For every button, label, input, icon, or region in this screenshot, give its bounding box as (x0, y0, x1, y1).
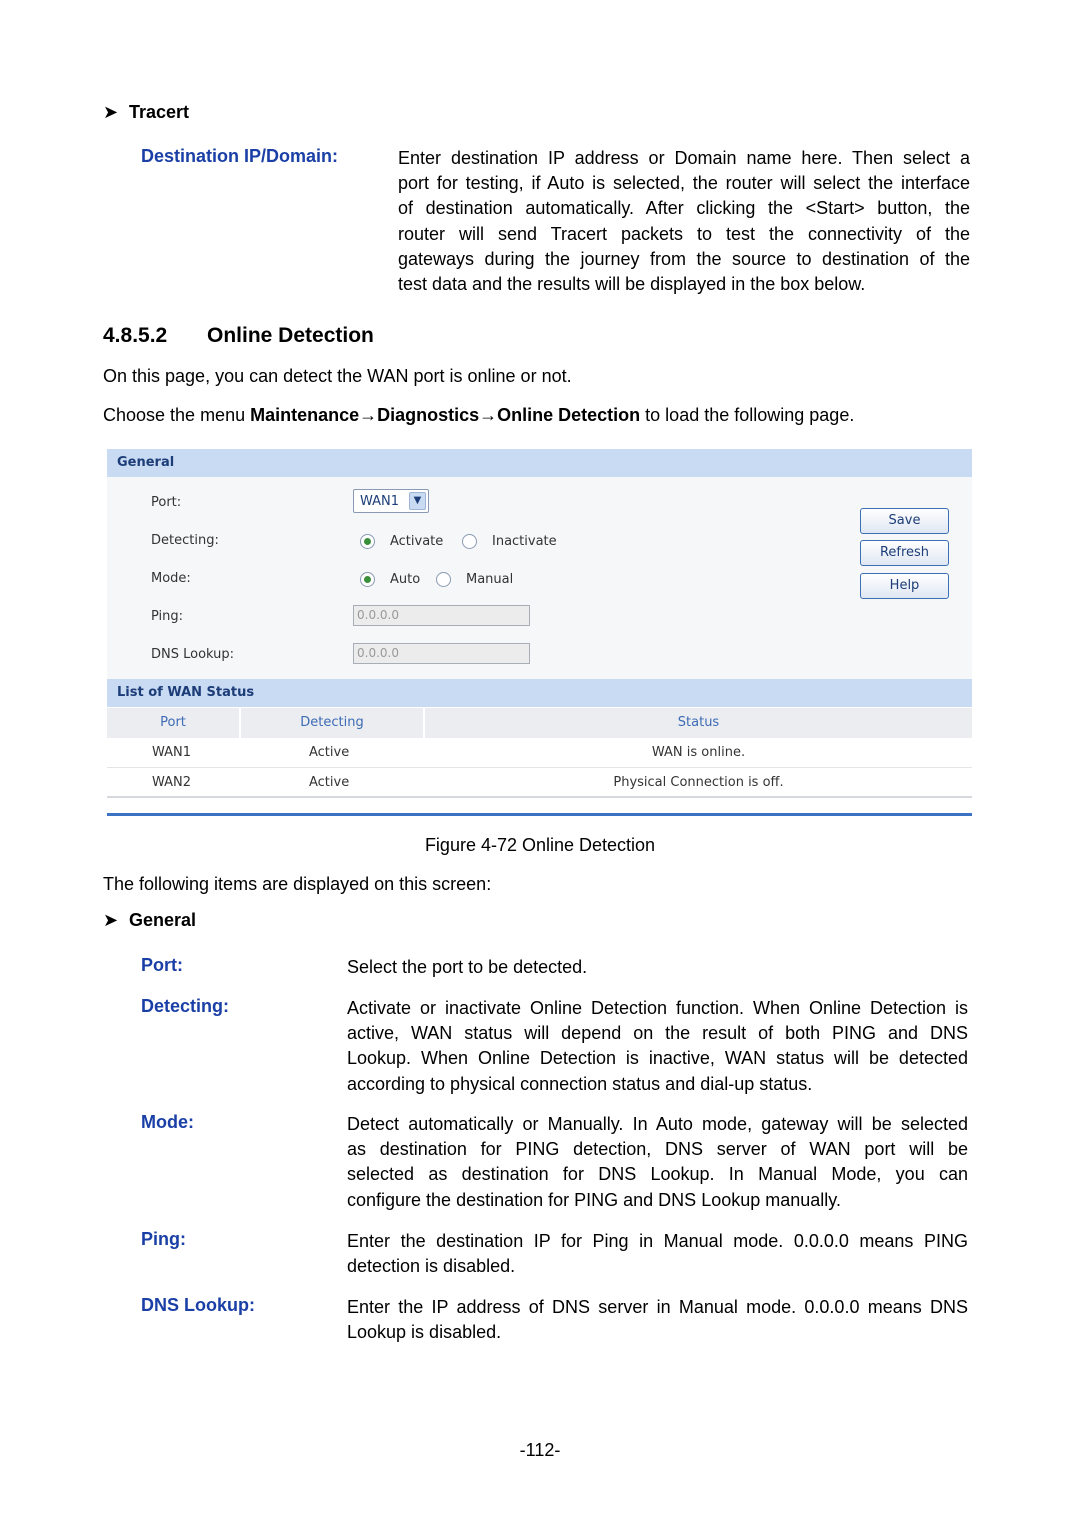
arrow-bullet-icon: ➤ (103, 102, 119, 122)
desc-line: Enter the destination IP for Ping in Man… (347, 1231, 968, 1251)
desc-line: as destination for PING detection, DNS s… (347, 1139, 968, 1160)
desc-line: active, WAN status will depend on the re… (347, 1023, 968, 1044)
desc-line: Lookup is disabled. (347, 1322, 502, 1343)
tracert-heading-text: Tracert (129, 102, 190, 122)
detecting-activate-label: Activate (390, 534, 444, 549)
detecting-inactivate-radio[interactable] (462, 534, 477, 549)
detecting-inactivate-label: Inactivate (492, 534, 557, 549)
online-detection-screenshot: General Port: WAN1 ▼ Detecting: Activate… (107, 449, 972, 817)
following-items-text: The following items are displayed on thi… (103, 874, 492, 894)
cell-detecting: Active (309, 745, 350, 760)
cell-port: WAN1 (152, 745, 192, 760)
dns-lookup-input-value: 0.0.0.0 (357, 646, 399, 660)
menu-suffix: to load the following page. (640, 405, 855, 425)
desc-destination: Enter destination IP address or Domain n… (398, 146, 970, 297)
desc-ping: Enter the destination IP for Ping in Man… (347, 1229, 968, 1279)
ping-input-value: 0.0.0.0 (357, 608, 399, 622)
desc-line: according to physical connection status … (347, 1073, 813, 1094)
desc-line: Enter destination IP address or Domain n… (398, 148, 970, 168)
wan-status-table-header: Port Detecting Status (107, 708, 972, 738)
column-detecting: Detecting (241, 708, 425, 738)
menu-path: Maintenance→Diagnostics→Online Detection (250, 405, 641, 425)
figure-caption: Figure 4-72 Online Detection (424, 835, 656, 855)
table-bottom-border (107, 796, 972, 798)
desc-line: selected as destination for DNS Lookup. … (347, 1164, 968, 1185)
general-header: General (107, 449, 972, 477)
menu-instruction: Choose the menu Maintenance→Diagnostics→… (103, 405, 854, 426)
desc-line: Activate or inactivate Online Detection … (347, 998, 968, 1018)
save-button[interactable]: Save (860, 508, 949, 534)
detecting-label: Detecting: (151, 533, 219, 548)
column-status: Status (677, 715, 720, 730)
term-destination: Destination IP/Domain: (141, 146, 339, 166)
desc-dns-lookup: Enter the IP address of DNS server in Ma… (347, 1295, 968, 1345)
desc-line: configure the destination for PING and D… (347, 1189, 841, 1210)
tracert-heading: ➤ Tracert (103, 102, 189, 123)
figure-bottom-rule (107, 813, 972, 816)
dns-lookup-label: DNS Lookup: (151, 647, 235, 662)
general-heading-text: General (129, 910, 197, 930)
page-number: -112- (519, 1440, 561, 1460)
term-ping: Ping: (141, 1229, 186, 1249)
general-heading: ➤ General (103, 910, 196, 931)
column-port: Port (107, 708, 241, 738)
desc-mode: Detect automatically or Manually. In Aut… (347, 1112, 968, 1213)
desc-line: Detect automatically or Manually. In Aut… (347, 1114, 968, 1134)
port-select[interactable]: WAN1 ▼ (353, 489, 429, 513)
cell-status: WAN is online. (651, 745, 746, 760)
menu-prefix: Choose the menu (103, 405, 251, 425)
mode-auto-radio[interactable] (360, 572, 375, 587)
term-mode: Mode: (141, 1112, 194, 1132)
mode-label: Mode: (151, 571, 191, 586)
section-heading: 4.8.5.2 Online Detection (103, 324, 374, 348)
desc-line: Lookup. When Online Detection is inactiv… (347, 1048, 968, 1069)
desc-line: router will send Tracert packets to test… (398, 223, 970, 244)
desc-line: port for testing, if Auto is selected, t… (398, 173, 970, 194)
section-number: 4.8.5.2 (103, 324, 168, 347)
table-row: WAN2 Active Physical Connection is off. (107, 768, 972, 798)
detecting-activate-radio[interactable] (360, 534, 375, 549)
cell-detecting: Active (309, 775, 350, 790)
desc-line: gateways during the journey from the sou… (398, 248, 970, 269)
mode-auto-label: Auto (390, 572, 421, 587)
mode-manual-label: Manual (466, 572, 514, 587)
cell-status: Physical Connection is off. (613, 775, 784, 790)
desc-detecting: Activate or inactivate Online Detection … (347, 996, 968, 1097)
desc-line: Select the port to be detected. (347, 957, 588, 977)
table-row: WAN1 Active WAN is online. (107, 738, 972, 768)
mode-manual-radio[interactable] (436, 572, 451, 587)
cell-port: WAN2 (152, 775, 192, 790)
wan-status-header: List of WAN Status (107, 679, 972, 707)
section-intro: On this page, you can detect the WAN por… (103, 366, 572, 386)
refresh-button[interactable]: Refresh (860, 540, 949, 566)
general-panel (107, 477, 972, 679)
desc-line: test data and the results will be displa… (398, 274, 866, 295)
ping-input[interactable]: 0.0.0.0 (353, 605, 530, 626)
desc-line: Enter the IP address of DNS server in Ma… (347, 1297, 968, 1317)
chevron-down-icon[interactable]: ▼ (409, 492, 426, 510)
desc-line: detection is disabled. (347, 1256, 516, 1277)
port-select-value: WAN1 (360, 494, 400, 509)
section-title: Online Detection (207, 324, 374, 347)
desc-port: Select the port to be detected. (347, 955, 968, 980)
desc-line: of destination automatically. After clic… (398, 198, 970, 219)
term-port: Port: (141, 955, 183, 975)
term-detecting: Detecting: (141, 996, 230, 1016)
term-dns-lookup: DNS Lookup: (141, 1295, 255, 1315)
help-button[interactable]: Help (860, 573, 949, 599)
arrow-bullet-icon: ➤ (103, 910, 119, 930)
dns-lookup-input[interactable]: 0.0.0.0 (353, 643, 530, 664)
port-label: Port: (151, 495, 182, 510)
ping-label: Ping: (151, 609, 184, 624)
